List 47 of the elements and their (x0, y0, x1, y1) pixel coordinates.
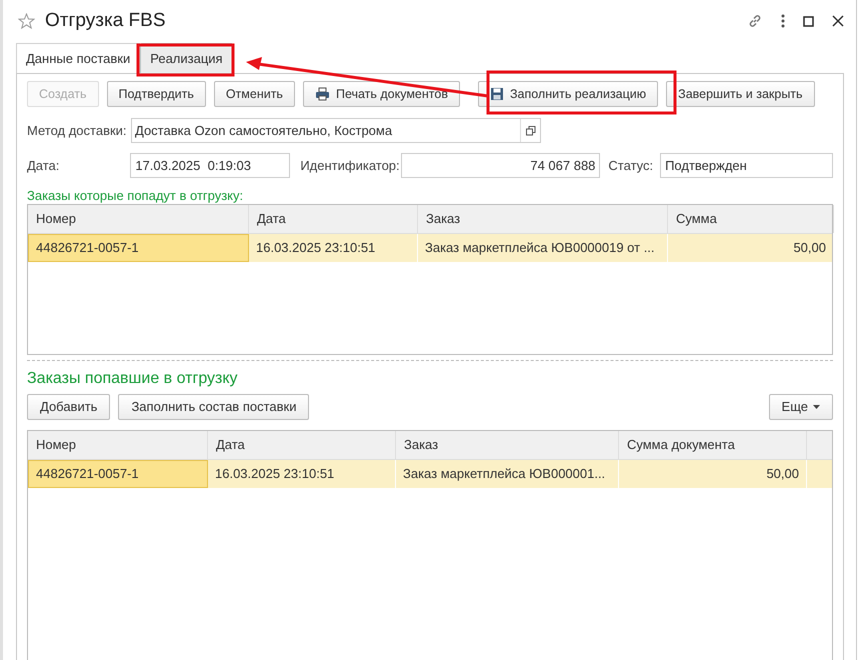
column-header[interactable]: Сумма (668, 205, 834, 233)
tab[interactable]: Данные поставки (16, 43, 140, 73)
column-header[interactable]: Заказ (418, 205, 668, 233)
field-label: Дата: (27, 156, 60, 175)
column-header[interactable]: Номер (28, 205, 249, 233)
field-label: Идентификатор: (300, 156, 401, 175)
caret-icon (813, 405, 820, 409)
star-icon[interactable] (18, 13, 35, 29)
toolbar-button[interactable]: Отменить (214, 81, 295, 107)
column-header[interactable]: Дата (249, 205, 418, 233)
close-icon[interactable] (832, 15, 844, 27)
section-title: Заказы которые попадут в отгрузку: (27, 187, 244, 204)
maximize-icon[interactable] (803, 16, 814, 26)
open-icon (526, 126, 536, 136)
identifier-field[interactable]: 74 067 888 (400, 153, 600, 178)
toolbar-button[interactable]: Завершить и закрыть (666, 81, 815, 107)
table-row[interactable]: 44826721-0057-1 16.03.2025 23:10:51 Заказ маркетплейса ЮВ0000019 от ... 50,00 (28, 234, 832, 262)
link-icon[interactable] (747, 13, 763, 29)
field-label: Статус: (608, 156, 654, 175)
table-cell: 50,00 (619, 460, 807, 488)
toolbar-button: Создать (27, 81, 99, 107)
date-field[interactable]: 17.03.2025 0:19:03 (130, 153, 290, 178)
column-header[interactable]: Заказ (396, 431, 619, 459)
table-cell: 44826721-0057-1 (28, 234, 249, 262)
more-icon[interactable] (781, 14, 785, 28)
table-cell: Заказ маркетплейса ЮВ000001... (396, 460, 619, 488)
field-label: Метод доставки: (27, 122, 128, 140)
toolbar-button[interactable]: Заполнить реализацию (478, 81, 658, 107)
input-field[interactable]: Доставка Ozon самостоятельно, Кострома (131, 118, 541, 143)
table-cell: 50,00 (668, 234, 834, 262)
printer-icon (314, 87, 330, 101)
toolbar-button[interactable]: Подтвердить (106, 81, 206, 107)
table-cell: 16.03.2025 23:10:51 (208, 460, 396, 488)
window-title: Отгрузка FBS (45, 8, 166, 33)
column-header[interactable]: Дата (208, 431, 396, 459)
table-cell: 44826721-0057-1 (28, 460, 208, 488)
more-button[interactable]: Еще (768, 394, 833, 420)
table-cell: 16.03.2025 23:10:51 (249, 234, 418, 262)
toolbar-button[interactable]: Заполнить состав поставки (118, 394, 310, 420)
toolbar-button[interactable]: Добавить (27, 394, 110, 420)
table-cell: Заказ маркетплейса ЮВ0000019 от ... (418, 234, 668, 262)
section-title: Заказы попавшие в отгрузку (27, 369, 239, 389)
table-row[interactable]: 44826721-0057-1 16.03.2025 23:10:51 Заказ маркетплейса ЮВ000001... 50,00 (28, 460, 832, 488)
status-field[interactable]: Подтвержден (660, 153, 833, 178)
toolbar-button[interactable]: Печать документов (302, 81, 460, 107)
column-header[interactable]: Сумма документа (619, 431, 807, 459)
column-header[interactable]: Номер (28, 431, 208, 459)
